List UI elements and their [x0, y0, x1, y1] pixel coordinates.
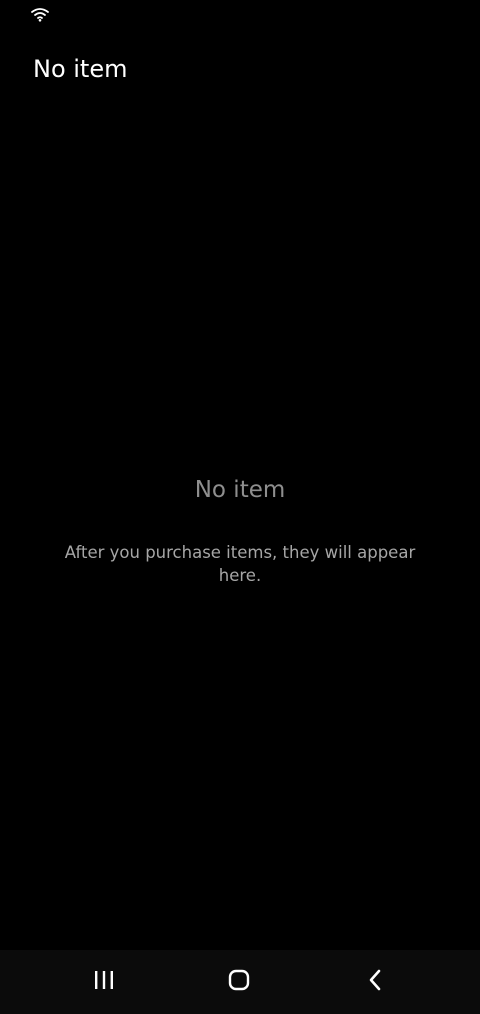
home-button[interactable]	[219, 964, 259, 1000]
empty-state-title: No item	[194, 477, 286, 503]
home-icon	[227, 968, 251, 996]
empty-state-message: After you purchase items, they will appe…	[64, 543, 416, 585]
page-title: No item	[33, 55, 128, 83]
wifi-icon	[31, 7, 49, 22]
recents-button[interactable]	[84, 964, 124, 1000]
recents-icon	[93, 970, 115, 994]
empty-state: No item After you purchase items, they w…	[0, 474, 480, 587]
back-button[interactable]	[355, 964, 395, 1000]
status-bar	[0, 0, 480, 30]
back-icon	[365, 968, 385, 996]
navigation-bar	[0, 950, 480, 1014]
